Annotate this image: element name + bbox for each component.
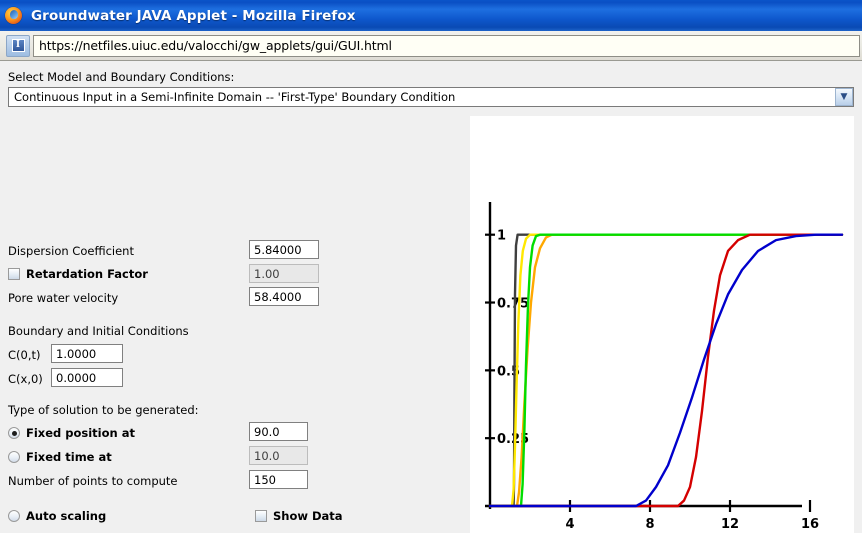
solution-type-heading: Type of solution to be generated: [8,403,199,417]
fixed-time-radio[interactable] [8,451,20,463]
fixed-position-input[interactable]: 90.0 [249,422,308,441]
cx0-label: C(x,0) [8,372,43,386]
x-axis-tick-label: 16 [801,517,819,532]
model-select-dropdown[interactable]: Continuous Input in a Semi-Infinite Doma… [8,87,854,107]
chart-svg: 0.250.50.751481216Time [485,202,844,532]
boundary-conditions-label: Boundary and Initial Conditions [8,324,189,338]
pore-water-velocity-label: Pore water velocity [8,291,119,305]
chevron-down-icon[interactable]: ▼ [835,88,853,106]
boundary-conditions-heading: Boundary and Initial Conditions [8,324,189,338]
fixed-time-input[interactable]: 10.0 [249,446,308,465]
dispersion-coefficient-input[interactable]: 5.84000 [249,240,319,259]
auto-scaling-label: Auto scaling [26,509,107,523]
points-input[interactable]: 150 [249,470,308,489]
fixed-time-label: Fixed time at [26,450,112,464]
show-data-row[interactable]: Show Data [255,509,343,523]
model-select-label: Select Model and Boundary Conditions: [8,70,235,84]
window-title-bar: Groundwater JAVA Applet - Mozilla Firefo… [0,0,862,31]
retardation-factor-input[interactable]: 1.00 [249,264,319,283]
chart-series-curve-green [488,233,844,508]
show-data-label: Show Data [273,509,343,523]
cx0-input[interactable]: 0.0000 [51,368,123,387]
model-select-value: Continuous Input in a Semi-Infinite Doma… [14,90,456,104]
url-input[interactable]: https://netfiles.uiuc.edu/valocchi/gw_ap… [33,34,860,57]
chart-series-curve-blue [488,233,844,508]
y-axis-tick-label: 0.75 [497,297,529,312]
page-favicon-icon: I [6,34,30,57]
dispersion-coefficient-row: Dispersion Coefficient [8,244,134,258]
x-axis-tick-label: 12 [721,517,739,532]
chart-series-curve-red [488,233,844,508]
applet-page: Select Model and Boundary Conditions: Co… [0,61,862,533]
fixed-position-radio[interactable] [8,427,20,439]
auto-scaling-radio[interactable] [8,510,20,522]
fixed-position-label: Fixed position at [26,426,135,440]
c0t-label: C(0,t) [8,348,41,362]
favicon-glyph: I [11,39,25,52]
chart-series-curve-black [488,233,844,508]
pore-water-velocity-input[interactable]: 58.4000 [249,287,319,306]
points-row: Number of points to compute [8,474,178,488]
chart-series-curve-yellow [488,233,844,508]
fixed-position-row[interactable]: Fixed position at [8,426,135,440]
solution-type-label: Type of solution to be generated: [8,403,199,417]
y-axis-tick-label: 1 [497,229,506,244]
firefox-logo-icon [5,6,23,25]
page-right-margin [854,114,862,533]
parameters-panel: Dispersion Coefficient 5.84000 Retardati… [0,114,470,533]
chart-series-curve-orange [488,233,844,508]
auto-scaling-row[interactable]: Auto scaling [8,509,106,523]
pore-water-velocity-row: Pore water velocity [8,291,118,305]
window-title: Groundwater JAVA Applet - Mozilla Firefo… [31,7,356,24]
breakthrough-curve-chart: 0.250.50.751481216Time [470,116,854,533]
x-axis-tick-label: 4 [565,517,574,532]
cx0-row: C(x,0) [8,372,43,386]
c0t-input[interactable]: 1.0000 [51,344,123,363]
location-bar: I https://netfiles.uiuc.edu/valocchi/gw_… [0,31,862,61]
dispersion-coefficient-label: Dispersion Coefficient [8,244,134,258]
retardation-factor-checkbox[interactable] [8,268,20,280]
x-axis-tick-label: 8 [645,517,654,532]
show-data-checkbox[interactable] [255,510,267,522]
c0t-row: C(0,t) [8,348,40,362]
retardation-factor-label: Retardation Factor [26,267,148,281]
points-label: Number of points to compute [8,474,178,488]
retardation-factor-row[interactable]: Retardation Factor [8,267,148,281]
fixed-time-row[interactable]: Fixed time at [8,450,112,464]
